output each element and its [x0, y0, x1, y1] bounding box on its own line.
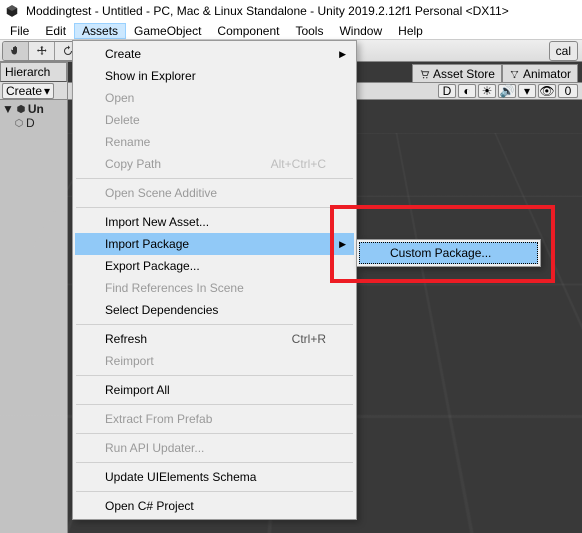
menu-item-delete: Delete [75, 109, 354, 131]
hierarchy-tab[interactable]: Hierarch [0, 62, 67, 82]
menu-item-label: Import Package [105, 237, 189, 251]
menu-shortcut: Ctrl+R [292, 332, 326, 346]
window-titlebar: Moddingtest - Untitled - PC, Mac & Linux… [0, 0, 582, 22]
menu-item-label: Export Package... [105, 259, 200, 273]
hand-tool-button[interactable] [3, 42, 29, 60]
menu-item-label: Find References In Scene [105, 281, 244, 295]
menu-item-rename: Rename [75, 131, 354, 153]
lighting-toggle[interactable]: ☀ [478, 84, 496, 98]
menu-item-reimport: Reimport [75, 350, 354, 372]
menu-item-extract-from-prefab: Extract From Prefab [75, 408, 354, 430]
hierarchy-item-label: D [26, 116, 35, 130]
transform-tool-group [2, 41, 82, 61]
pivot-mode-group: cal [549, 41, 578, 61]
menu-gameobject[interactable]: GameObject [126, 23, 209, 39]
import-package-submenu: Custom Package... [356, 239, 541, 267]
chevron-down-icon: ▾ [44, 84, 50, 98]
gizmo-toggle[interactable]: 👁 [538, 84, 556, 98]
menu-item-label: Open Scene Additive [105, 186, 217, 200]
unity-scene-icon [16, 104, 26, 114]
menu-item-label: Show in Explorer [105, 69, 196, 83]
menu-tools[interactable]: Tools [287, 23, 331, 39]
menu-item-find-references-in-scene: Find References In Scene [75, 277, 354, 299]
submenu-arrow-icon: ▶ [339, 239, 346, 250]
hierarchy-tab-label: Hierarch [5, 65, 50, 79]
menu-item-label: Copy Path [105, 157, 161, 171]
menu-item-update-uielements-schema[interactable]: Update UIElements Schema [75, 466, 354, 488]
menu-item-open-scene-additive: Open Scene Additive [75, 182, 354, 204]
local-button[interactable]: cal [550, 42, 577, 60]
menu-item-select-dependencies[interactable]: Select Dependencies [75, 299, 354, 321]
menu-component[interactable]: Component [209, 23, 287, 39]
gameobject-icon [14, 118, 24, 128]
menu-item-label: Create [105, 47, 141, 61]
menu-item-label: Select Dependencies [105, 303, 218, 317]
menu-item-show-in-explorer[interactable]: Show in Explorer [75, 65, 354, 87]
cart-icon [419, 69, 430, 80]
window-title: Moddingtest - Untitled - PC, Mac & Linux… [26, 4, 509, 18]
menu-item-label: Import New Asset... [105, 215, 209, 229]
menu-file[interactable]: File [2, 23, 37, 39]
menu-assets[interactable]: Assets [74, 23, 126, 39]
menu-item-run-api-updater: Run API Updater... [75, 437, 354, 459]
animator-tab[interactable]: Animator [502, 64, 578, 84]
layer-count[interactable]: 0 [558, 84, 578, 98]
move-tool-button[interactable] [29, 42, 55, 60]
create-dropdown[interactable]: Create ▾ [2, 83, 54, 99]
eye-icon: 👁 [539, 84, 554, 98]
menu-item-import-package[interactable]: Import Package ▶ [75, 233, 354, 255]
speaker-icon: 🔊 [500, 84, 515, 98]
menu-item-import-new-asset[interactable]: Import New Asset... [75, 211, 354, 233]
fx-icon: ▾ [524, 84, 530, 98]
hierarchy-item-label: Un [28, 102, 44, 116]
menu-help[interactable]: Help [390, 23, 431, 39]
menu-item-reimport-all[interactable]: Reimport All [75, 379, 354, 401]
light-icon: ☀ [482, 84, 493, 98]
asset-store-tab[interactable]: Asset Store [412, 64, 502, 84]
menu-item-copy-path: Copy Path Alt+Ctrl+C [75, 153, 354, 175]
menu-edit[interactable]: Edit [37, 23, 74, 39]
audio-toggle[interactable]: 🔊 [498, 84, 516, 98]
menu-item-label: Reimport [105, 354, 154, 368]
unity-logo-icon [4, 3, 20, 19]
fx-toggle[interactable]: ▾ [518, 84, 536, 98]
menu-item-label: Refresh [105, 332, 147, 346]
menu-item-open-c-project[interactable]: Open C# Project [75, 495, 354, 517]
menu-item-label: Rename [105, 135, 150, 149]
chevron-down-icon: ▼ [2, 102, 14, 116]
menu-item-export-package[interactable]: Export Package... [75, 255, 354, 277]
menu-item-label: Run API Updater... [105, 441, 204, 455]
toggle-icon: ◐ [463, 84, 470, 98]
animator-icon [509, 69, 520, 80]
menu-item-label: Delete [105, 113, 140, 127]
menu-item-open: Open [75, 87, 354, 109]
menu-shortcut: Alt+Ctrl+C [271, 157, 326, 171]
hierarchy-body: ▼ Un D [0, 100, 67, 132]
hierarchy-child-row[interactable]: D [0, 116, 67, 130]
menu-item-create[interactable]: Create ▶ [75, 43, 354, 65]
menubar[interactable]: File Edit Assets GameObject Component To… [0, 22, 582, 40]
menu-item-label: Update UIElements Schema [105, 470, 256, 484]
menu-item-label: Open C# Project [105, 499, 194, 513]
assets-dropdown-menu: Create ▶ Show in Explorer Open Delete Rename C… [72, 40, 357, 520]
menu-item-refresh[interactable]: Refresh Ctrl+R [75, 328, 354, 350]
menu-item-label: Reimport All [105, 383, 170, 397]
menu-item-label: Open [105, 91, 134, 105]
menu-window[interactable]: Window [331, 23, 390, 39]
custom-package-item[interactable]: Custom Package... [359, 242, 538, 264]
2d-toggle[interactable]: ◐ [458, 84, 476, 98]
submenu-arrow-icon: ▶ [339, 49, 346, 60]
hierarchy-scene-row[interactable]: ▼ Un [0, 102, 67, 116]
hierarchy-toolbar: Create ▾ [0, 82, 67, 100]
menu-item-label: Extract From Prefab [105, 412, 212, 426]
shading-dropdown[interactable]: D [438, 84, 456, 98]
